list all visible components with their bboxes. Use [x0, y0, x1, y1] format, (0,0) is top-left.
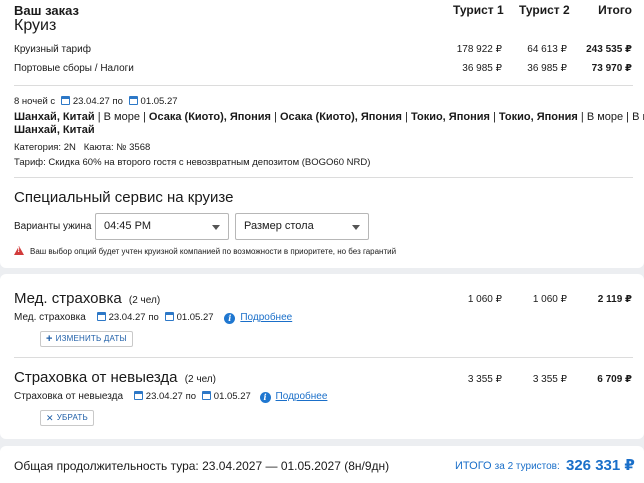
- price-row-t1: 178 922 ₽: [456, 44, 502, 55]
- route-port: Осака (Киото), Япония: [279, 111, 402, 123]
- insurance-title-text: Мед. страховка: [14, 290, 122, 307]
- date-from: 23.04.27: [108, 312, 146, 323]
- insurance-t2: 3 355 ₽: [532, 374, 567, 385]
- insurance-total: 6 709 ₽: [597, 374, 632, 385]
- table-size-select[interactable]: Размер стола: [235, 213, 369, 240]
- special-service-title: Специальный сервис на круизе: [14, 189, 234, 206]
- route-port: Осака (Киото), Япония: [148, 111, 271, 123]
- grand-total-label: ИТОГО за 2 туристов:: [455, 460, 560, 472]
- price-row-label: Круизный тариф: [14, 44, 91, 55]
- route-port: Шанхай, Китай: [14, 124, 95, 136]
- route-sep: | В море |: [94, 111, 149, 123]
- date-from: 23.04.27: [72, 96, 110, 107]
- date-to: 01.05.27: [213, 391, 251, 402]
- order-title: Ваш заказ: [14, 3, 79, 18]
- remove-button[interactable]: ✕ Убрать: [40, 410, 94, 426]
- date-from: 23.04.27: [145, 391, 183, 402]
- route-sep: | В море | В море |: [580, 111, 644, 123]
- date-sep: по: [112, 96, 123, 107]
- order-card: Ваш заказ Круиз Турист 1 Турист 2 Итого …: [0, 0, 644, 268]
- insurance-period: Мед. страховка 23.04.27 по 01.05.27 i Под…: [14, 312, 292, 324]
- dinner-time-value: 04:45 PM: [104, 220, 152, 232]
- remove-label: Убрать: [56, 413, 88, 422]
- dinner-time-select[interactable]: 04:45 PM: [95, 213, 229, 240]
- insurance-t1: 3 355 ₽: [467, 374, 502, 385]
- cruise-route: Шанхай, Китай | В море | Осака (Киото), …: [14, 111, 644, 123]
- details-link[interactable]: Подробнее: [276, 391, 328, 402]
- chevron-down-icon: [352, 225, 360, 230]
- divider: [14, 357, 633, 358]
- route-sep: |: [489, 111, 499, 123]
- warning-text: Ваш выбор опций будет учтен круизной ком…: [30, 247, 397, 256]
- tariff-info: Тариф: Скидка 60% на второго гостя с нев…: [14, 157, 371, 168]
- change-dates-button[interactable]: + Изменить даты: [40, 331, 133, 347]
- divider: [14, 85, 633, 86]
- insurance-card: Мед. страховка (2 чел) 1 060 ₽ 1 060 ₽ 2…: [0, 274, 644, 439]
- insurance-count: (2 чел): [128, 295, 161, 306]
- calendar-icon: [133, 391, 143, 400]
- calendar-icon: [60, 96, 70, 105]
- info-icon: i: [224, 313, 236, 324]
- calendar-icon: [96, 312, 106, 321]
- total-card: Общая продолжительность тура: 23.04.2027…: [0, 446, 644, 483]
- insurance-title-text: Страховка от невыезда: [14, 369, 178, 386]
- plus-icon: +: [46, 333, 53, 345]
- info-icon: i: [259, 392, 271, 403]
- change-dates-label: Изменить даты: [55, 334, 127, 343]
- cruise-dates: 8 ночей с 23.04.27 по 01.05.27: [14, 96, 178, 107]
- route-sep: |: [401, 111, 411, 123]
- route-port: Шанхай, Китай: [14, 111, 95, 123]
- divider: [14, 177, 633, 178]
- insurance-total: 2 119 ₽: [597, 294, 632, 305]
- insurance-t1: 1 060 ₽: [467, 294, 502, 305]
- insurance-period: Страховка от невыезда 23.04.27 по 01.05.…: [14, 391, 327, 403]
- price-row-label: Портовые сборы / Налоги: [14, 63, 134, 74]
- price-row-t2: 64 613 ₽: [527, 44, 567, 55]
- insurance-title: Мед. страховка (2 чел): [14, 290, 160, 307]
- details-link[interactable]: Подробнее: [240, 312, 292, 323]
- col-header-total: Итого: [598, 3, 632, 17]
- insurance-count: (2 чел): [184, 374, 216, 385]
- insurance-sub-label: Страховка от невыезда: [14, 391, 124, 402]
- table-size-value: Размер стола: [244, 220, 314, 232]
- route-port: Токио, Япония: [498, 111, 578, 123]
- order-subtitle: Круиз: [14, 17, 57, 34]
- col-header-tourist1: Турист 1: [453, 3, 504, 17]
- total-label: ИТОГО: [455, 460, 492, 472]
- calendar-icon: [201, 391, 211, 400]
- nights-prefix: 8 ночей с: [14, 96, 56, 107]
- cabin-category: Категория: 2N Каюта: № 3568: [14, 142, 151, 153]
- calendar-icon: [128, 96, 138, 105]
- close-icon: ✕: [46, 413, 54, 423]
- col-header-tourist2: Турист 2: [519, 3, 570, 17]
- route-port: Токио, Япония: [410, 111, 490, 123]
- insurance-t2: 1 060 ₽: [532, 294, 567, 305]
- price-row-t1: 36 985 ₽: [462, 63, 502, 74]
- insurance-title: Страховка от невыезда (2 чел): [14, 369, 216, 386]
- price-row-t2: 36 985 ₽: [527, 63, 567, 74]
- price-row-total: 73 970 ₽: [591, 63, 632, 74]
- date-sep: по: [185, 391, 196, 402]
- options-warning: Ваш выбор опций будет учтен круизной ком…: [14, 246, 396, 256]
- dinner-label: Варианты ужина: [14, 221, 92, 232]
- tour-duration: Общая продолжительность тура: 23.04.2027…: [14, 459, 390, 473]
- grand-total-value: 326 331 ₽: [566, 457, 635, 474]
- calendar-icon: [164, 312, 174, 321]
- date-sep: по: [148, 312, 159, 323]
- insurance-sub-label: Мед. страховка: [14, 312, 86, 323]
- route-sep: |: [270, 111, 280, 123]
- warning-icon: [14, 246, 24, 255]
- chevron-down-icon: [212, 225, 220, 230]
- price-row-total: 243 535 ₽: [586, 44, 632, 55]
- date-to: 01.05.27: [140, 96, 178, 107]
- total-for: за 2 туристов:: [494, 461, 560, 472]
- date-to: 01.05.27: [176, 312, 214, 323]
